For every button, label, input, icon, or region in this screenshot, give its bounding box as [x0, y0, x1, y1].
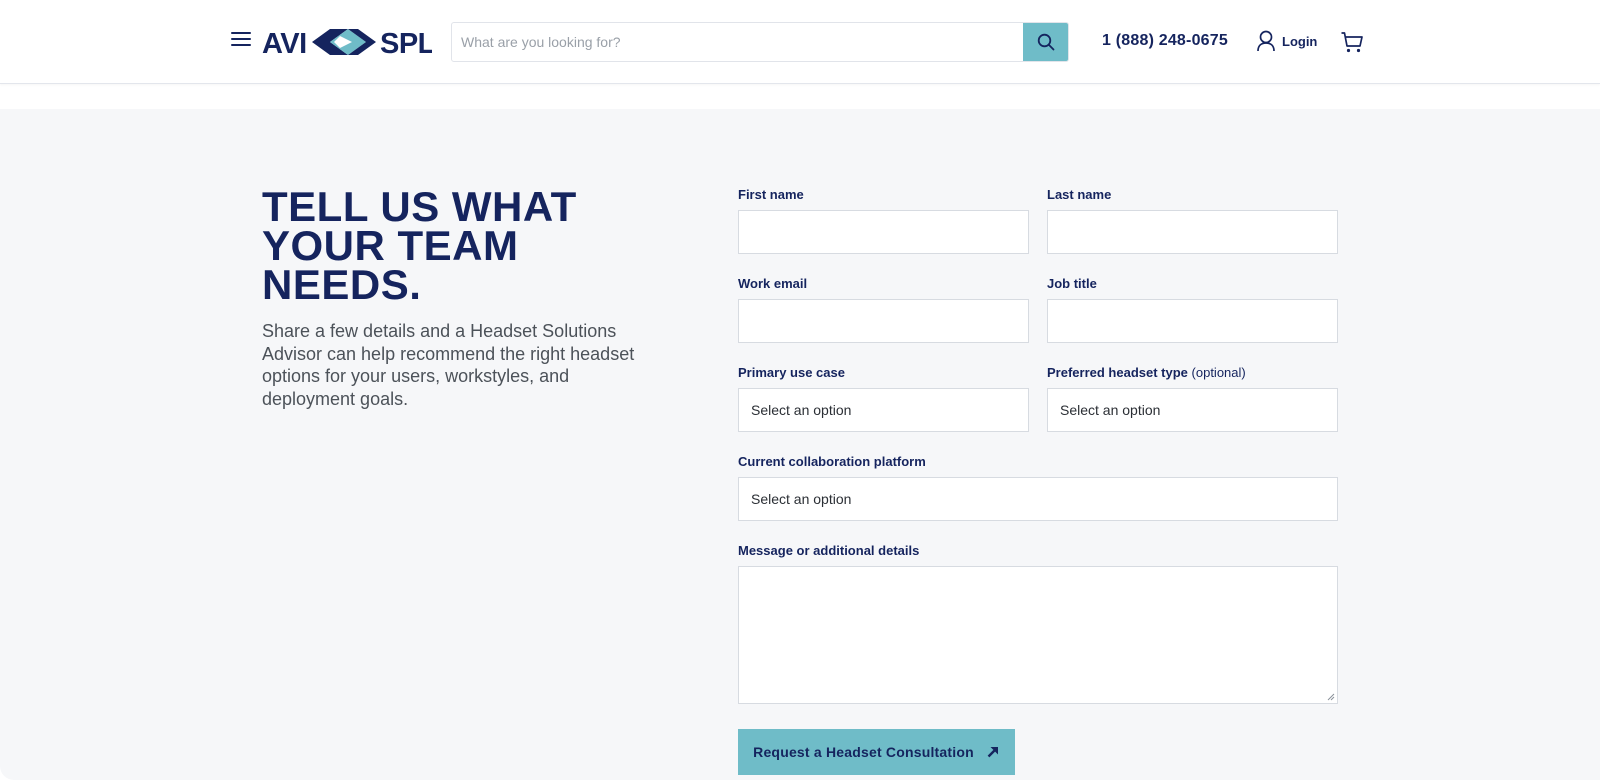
last-name-field-wrap: [1047, 210, 1338, 254]
login-label: Login: [1282, 33, 1318, 49]
work-email-label: Work email: [738, 276, 808, 291]
svg-text:SPL: SPL: [380, 28, 432, 60]
job-title-field-wrap: [1047, 299, 1338, 343]
message-textarea[interactable]: [738, 566, 1338, 704]
select-value: Select an option: [751, 402, 852, 418]
avi-spl-logo[interactable]: AVI SPL: [262, 22, 432, 62]
arrow-up-right-icon: [987, 747, 998, 758]
last-name-input[interactable]: [1048, 211, 1337, 253]
message-label: Message or additional details: [738, 543, 920, 558]
shopping-cart-icon[interactable]: [1340, 30, 1364, 54]
first-name-label: First name: [738, 187, 804, 202]
job-title-input[interactable]: [1048, 300, 1337, 342]
primary-use-case-label: Primary use case: [738, 365, 845, 380]
search-bar: [451, 22, 1069, 62]
hamburger-menu-icon[interactable]: [228, 28, 254, 52]
phone-link[interactable]: 1 (888) 248-0675: [1102, 32, 1228, 50]
select-value: Select an option: [1060, 402, 1161, 418]
primary-use-case-select[interactable]: Select an option: [738, 388, 1029, 432]
search-input[interactable]: [452, 23, 1023, 61]
svg-text:AVI: AVI: [262, 28, 307, 60]
login-link[interactable]: Login: [1256, 30, 1317, 52]
collaboration-platform-select[interactable]: Select an option: [738, 477, 1338, 521]
consultation-section: TELL US WHAT YOUR TEAM NEEDS. Share a fe…: [0, 109, 1600, 780]
optional-hint: (optional): [1191, 365, 1246, 380]
collaboration-platform-label: Current collaboration platform: [738, 454, 926, 469]
preferred-headset-type-label: Preferred headset type (optional): [1047, 365, 1246, 380]
resize-handle-icon[interactable]: [1327, 693, 1335, 701]
select-value: Select an option: [751, 491, 852, 507]
submit-label: Request a Headset Consultation: [753, 744, 974, 760]
title-line: YOUR TEAM: [262, 222, 519, 269]
title-line: NEEDS.: [262, 261, 422, 308]
page-title: TELL US WHAT YOUR TEAM NEEDS.: [262, 183, 622, 308]
job-title-label: Job title: [1047, 276, 1097, 291]
first-name-field-wrap: [738, 210, 1029, 254]
search-button[interactable]: [1023, 23, 1068, 61]
request-consultation-button[interactable]: Request a Headset Consultation: [738, 729, 1015, 775]
user-icon: [1257, 30, 1275, 52]
last-name-label: Last name: [1047, 187, 1112, 202]
first-name-input[interactable]: [739, 211, 1028, 253]
work-email-input[interactable]: [739, 300, 1028, 342]
site-header: AVI SPL 1 (888) 248-0675 Login: [0, 0, 1600, 84]
magnifier-icon: [1037, 33, 1054, 51]
label-text: Preferred headset type: [1047, 365, 1188, 380]
preferred-headset-type-select[interactable]: Select an option: [1047, 388, 1338, 432]
work-email-field-wrap: [738, 299, 1029, 343]
title-line: TELL US WHAT: [262, 183, 577, 230]
intro-text: Share a few details and a Headset Soluti…: [262, 321, 635, 409]
